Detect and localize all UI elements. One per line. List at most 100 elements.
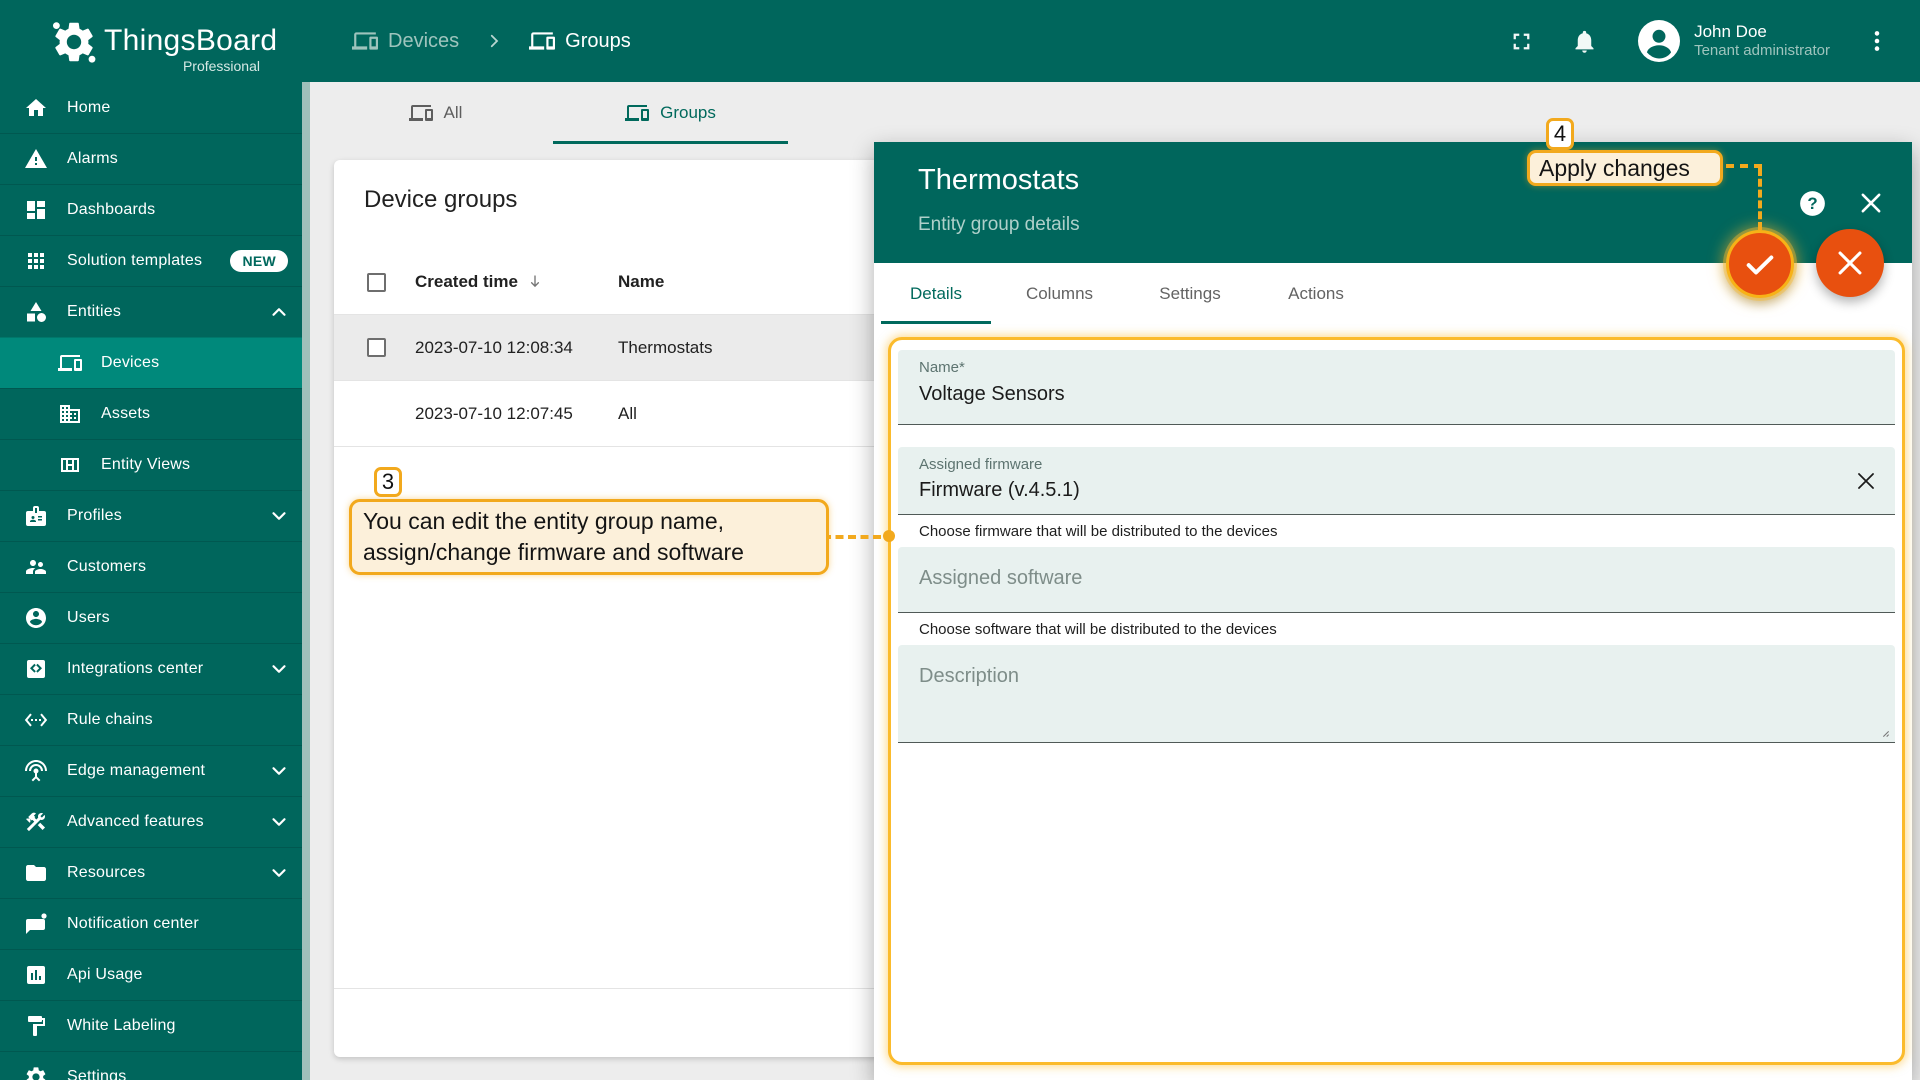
sidebar-item-integrations-center[interactable]: Integrations center	[0, 643, 302, 694]
assigned-firmware-field[interactable]: Assigned firmware Firmware (v.4.5.1)	[898, 447, 1895, 515]
chevron-down-icon	[268, 760, 290, 782]
sidebar-item-users[interactable]: Users	[0, 592, 302, 643]
sidebar-item-label: Profiles	[67, 507, 122, 524]
user-menu[interactable]: John Doe Tenant administrator	[1694, 21, 1830, 61]
highlighted-form-region: Name* Voltage Sensors Assigned firmware …	[888, 337, 1905, 1065]
tab-groups[interactable]: Groups	[553, 82, 788, 144]
more-vert-icon[interactable]	[1864, 28, 1890, 54]
sidebar-item-white-labeling[interactable]: White Labeling	[0, 1000, 302, 1051]
name-field-value: Voltage Sensors	[919, 383, 1065, 405]
annotation-callout: Apply changes	[1527, 150, 1723, 186]
rule-chains-icon	[24, 708, 48, 732]
tab-columns[interactable]: Columns	[991, 263, 1128, 324]
annotation-connector	[823, 535, 881, 539]
apply-changes-button[interactable]	[1726, 230, 1794, 298]
sidebar-item-label: Alarms	[67, 150, 118, 167]
sort-arrow-down-icon[interactable]	[526, 273, 544, 291]
entity-tabs: All Groups	[318, 82, 788, 144]
sidebar-item-customers[interactable]: Customers	[0, 541, 302, 592]
description-field[interactable]: Description	[898, 645, 1895, 743]
sidebar-item-label: White Labeling	[67, 1017, 176, 1034]
tab-actions[interactable]: Actions	[1252, 263, 1380, 324]
sidebar-item-label: Users	[67, 609, 110, 626]
sidebar-item-rule-chains[interactable]: Rule chains	[0, 694, 302, 745]
assigned-software-field[interactable]: Assigned software	[898, 547, 1895, 613]
annotation-connector-dot	[883, 530, 895, 542]
entity-views-icon	[58, 453, 82, 477]
column-header-created-time[interactable]: Created time	[415, 272, 518, 292]
sidebar-item-alarms[interactable]: Alarms	[0, 133, 302, 184]
name-field[interactable]: Name* Voltage Sensors	[898, 350, 1895, 425]
sidebar-item-assets[interactable]: Assets	[0, 388, 302, 439]
apps-grid-icon	[24, 249, 48, 273]
thingsboard-logo-icon	[50, 18, 98, 66]
profiles-badge-icon	[24, 504, 48, 528]
row-checkbox[interactable]	[367, 338, 386, 357]
sidebar-item-devices[interactable]: Devices	[0, 337, 302, 388]
tab-details[interactable]: Details	[881, 263, 991, 324]
antenna-icon	[24, 759, 48, 783]
sidebar-item-entities[interactable]: Entities	[0, 286, 302, 337]
sidebar-scrollbar[interactable]	[302, 82, 310, 1080]
users-person-icon	[24, 606, 48, 630]
sidebar-item-label: Api Usage	[67, 966, 143, 983]
sidebar-item-label: Devices	[101, 354, 160, 371]
clear-firmware-icon[interactable]	[1853, 468, 1879, 494]
devices-icon	[408, 101, 433, 125]
panel-title: Thermostats	[918, 164, 1080, 196]
chart-icon	[24, 963, 48, 987]
sidebar-item-advanced-features[interactable]: Advanced features	[0, 796, 302, 847]
category-icon	[24, 300, 48, 324]
devices-icon	[58, 351, 82, 375]
chevron-down-icon	[268, 811, 290, 833]
fullscreen-icon[interactable]	[1508, 28, 1535, 55]
check-icon	[1743, 247, 1777, 281]
select-all-checkbox[interactable]	[367, 272, 386, 292]
user-role: Tenant administrator	[1694, 42, 1830, 60]
top-bar: Devices Groups John Doe Tenant administr…	[310, 0, 1920, 82]
integrations-icon	[24, 657, 48, 681]
annotation-text-line: You can edit the entity group name,	[363, 508, 725, 534]
panel-subtitle: Entity group details	[918, 214, 1080, 235]
sidebar-item-entity-views[interactable]: Entity Views	[0, 439, 302, 490]
breadcrumb-groups[interactable]: Groups	[529, 28, 631, 54]
new-badge: NEW	[230, 250, 288, 272]
sidebar-item-edge-management[interactable]: Edge management	[0, 745, 302, 796]
breadcrumb-devices[interactable]: Devices	[352, 28, 459, 54]
sidebar-item-dashboards[interactable]: Dashboards	[0, 184, 302, 235]
logo[interactable]: ThingsBoard Professional	[0, 0, 310, 82]
sidebar-item-notification-center[interactable]: Notification center	[0, 898, 302, 949]
sidebar-item-resources[interactable]: Resources	[0, 847, 302, 898]
sidebar-item-label: Entities	[67, 303, 122, 320]
sidebar-item-api-usage[interactable]: Api Usage	[0, 949, 302, 1000]
firmware-field-value: Firmware (v.4.5.1)	[919, 479, 1080, 501]
home-icon	[24, 96, 48, 120]
breadcrumb: Devices Groups	[352, 28, 631, 54]
paint-icon	[24, 1014, 48, 1038]
devices-icon	[352, 28, 378, 54]
notifications-bell-icon[interactable]	[1571, 28, 1598, 55]
gear-icon	[24, 1065, 48, 1080]
tab-label: Groups	[660, 103, 716, 122]
devices-icon	[625, 101, 650, 125]
sidebar-item-solution-templates[interactable]: Solution templates NEW	[0, 235, 302, 286]
assets-building-icon	[58, 402, 82, 426]
avatar[interactable]	[1638, 20, 1681, 62]
sidebar-item-profiles[interactable]: Profiles	[0, 490, 302, 541]
dashboard-icon	[24, 198, 48, 222]
close-icon[interactable]	[1857, 189, 1885, 217]
tab-settings[interactable]: Settings	[1128, 263, 1252, 324]
cell-created-time: 2023-07-10 12:08:34	[415, 337, 573, 357]
brand-edition: Professional	[182, 58, 260, 74]
tab-all[interactable]: All	[318, 82, 553, 144]
discard-changes-button[interactable]	[1816, 229, 1884, 297]
chevron-up-icon	[268, 301, 290, 323]
sidebar-item-label: Dashboards	[67, 201, 156, 218]
alarm-warning-icon	[24, 147, 48, 171]
sidebar-item-home[interactable]: Home	[0, 82, 302, 133]
tab-label: All	[443, 103, 463, 122]
help-icon[interactable]: ?	[1799, 190, 1826, 217]
sidebar-item-settings[interactable]: Settings	[0, 1051, 302, 1080]
firmware-field-label: Assigned firmware	[919, 456, 1043, 473]
resize-handle-icon[interactable]	[1874, 722, 1890, 738]
